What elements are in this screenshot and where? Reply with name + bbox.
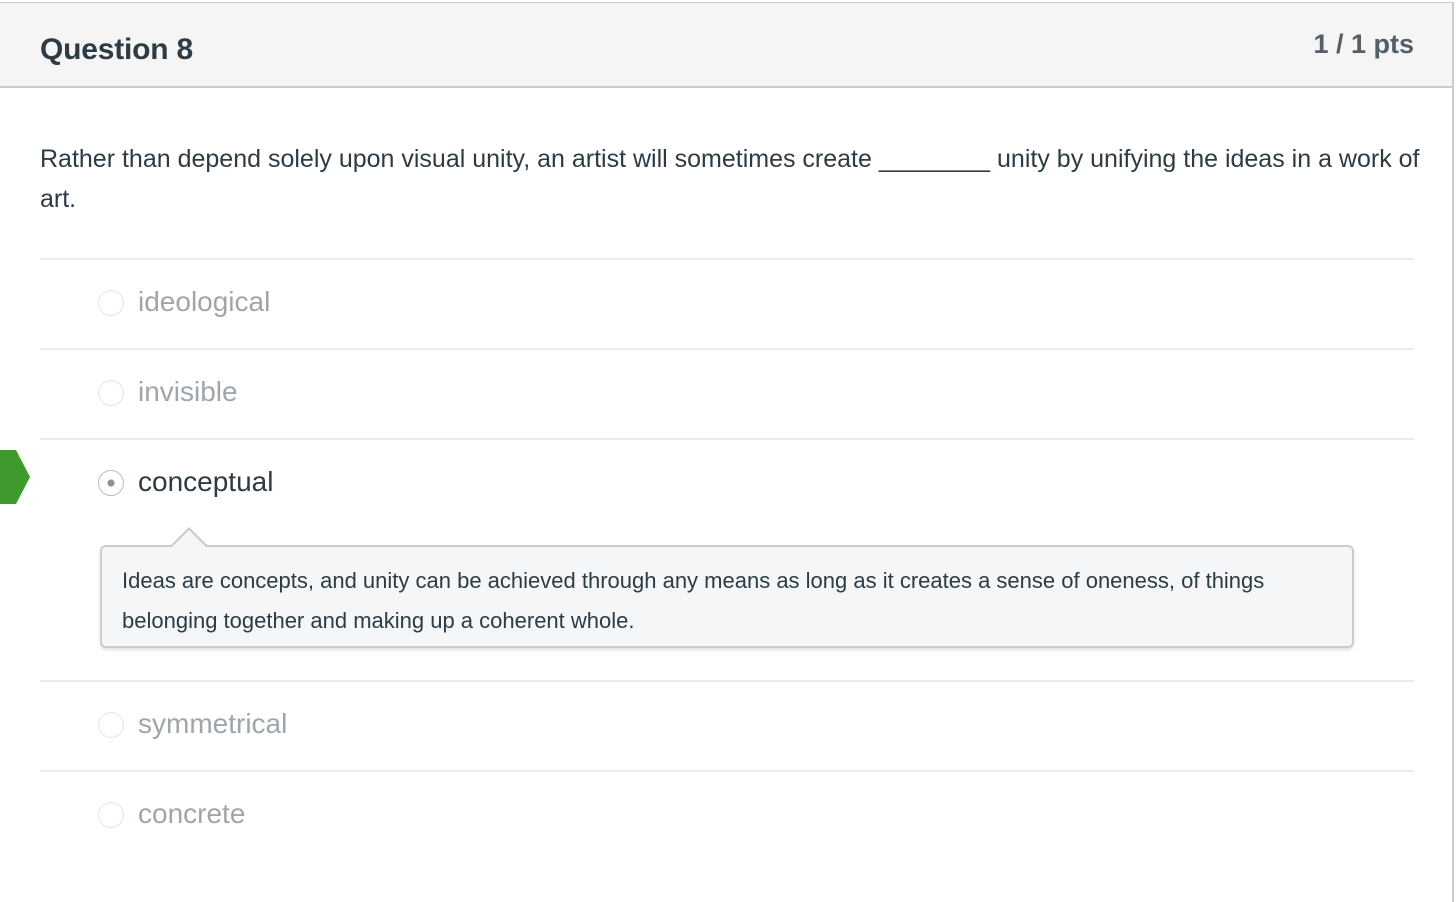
answer-label: ideological [138,286,271,317]
answer-option-symmetrical[interactable]: symmetrical [40,680,1414,770]
radio-button[interactable] [98,802,124,828]
answer-label: concrete [138,798,246,829]
answer-option-concrete[interactable]: concrete [40,770,1414,860]
answer-label: invisible [138,376,238,407]
correct-answer-flag-icon [0,450,30,504]
answer-label: conceptual [138,466,274,497]
answer-feedback-text: Ideas are concepts, and unity can be ach… [122,568,1265,633]
question-points: 1 / 1 pts [1313,29,1414,59]
answer-option-conceptual[interactable]: conceptual Ideas are concepts, and unity… [0,438,1414,680]
quiz-question-card: Question 8 1 / 1 pts Rather than depend … [0,2,1454,902]
question-text: Rather than depend solely upon visual un… [40,145,1420,213]
answer-option-invisible[interactable]: invisible [40,348,1414,438]
answer-feedback-box: Ideas are concepts, and unity can be ach… [100,527,1354,648]
answer-label: symmetrical [138,708,288,739]
radio-button[interactable] [98,712,124,738]
question-header: Question 8 1 / 1 pts [0,3,1452,88]
radio-button-selected[interactable] [98,470,124,496]
radio-button[interactable] [98,290,124,316]
answer-list: ideological invisible conceptual Ideas a… [0,258,1414,860]
radio-button[interactable] [98,380,124,406]
answer-option-ideological[interactable]: ideological [40,258,1414,348]
question-title: Question 8 [40,33,194,66]
